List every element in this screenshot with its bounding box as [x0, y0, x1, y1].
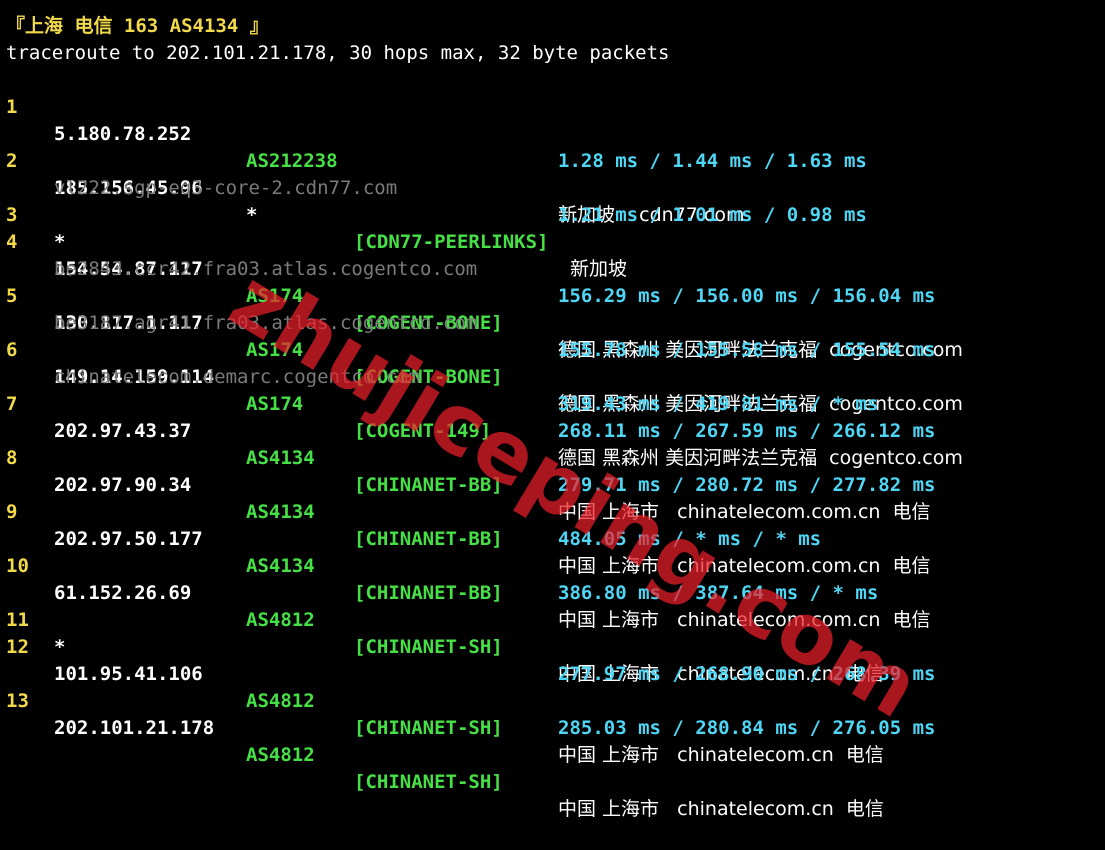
hop-detail-row: vl222.sgp-eq3-core-2.cdn77.com 1.21 ms /… — [0, 148, 1105, 226]
hop-detail-row: 279.71 ms / 280.72 ms / 277.82 ms — [0, 445, 1105, 496]
hop-tag: [CHINANET-SH] — [354, 717, 503, 739]
hop-detail-row: chinatelecom.demarc.cogentco.com 319.43 … — [0, 337, 1105, 415]
hop-detail-row: 277.97 ms / 268.90 ms / 268.39 ms — [0, 634, 1105, 685]
hop-geo: 中国 上海市 chinatelecom.cn 电信 — [558, 798, 884, 820]
hop-ip: 202.101.21.178 — [54, 717, 215, 739]
hop-detail-row: 1.28 ms / 1.44 ms / 1.63 ms — [0, 94, 1105, 172]
hop-rtt: 285.03 ms / 280.84 ms / 276.05 ms — [558, 717, 936, 739]
hop-detail-row: 484.05 ms / * ms / * ms — [0, 499, 1105, 550]
hop-geo: 中国 上海市 chinatelecom.cn 电信 — [558, 744, 884, 766]
hop-row: 2 185.156.45.96 * [CDN77-PEERLINKS] 新加坡 — [0, 121, 1105, 280]
hop-detail-row: 285.03 ms / 280.84 ms / 276.05 ms — [0, 688, 1105, 739]
terminal-window[interactable]: 『上海 电信 163 AS4134 』 traceroute to 202.10… — [0, 0, 1105, 820]
traceroute-command-line: traceroute to 202.101.21.178, 30 hops ma… — [6, 42, 670, 64]
hop-row: 1 5.180.78.252 AS212238 新加坡 cdn77.com — [0, 67, 1105, 226]
hop-row: 6 149.14.159.114 AS174 [COGENT-149] 德国 黑… — [0, 310, 1105, 469]
hop-row: 9 202.97.50.177 AS4134 [CHINANET-BB] 中国 … — [0, 472, 1105, 631]
hop-detail-row: 386.80 ms / 387.64 ms / * ms — [0, 553, 1105, 604]
hop-detail-row: 268.11 ms / 267.59 ms / 266.12 ms — [0, 391, 1105, 442]
hop-row: 13 202.101.21.178 AS4812 [CHINANET-SH] 中… — [0, 661, 1105, 820]
hop-row: 3 * — [0, 175, 1105, 253]
trace-title: 『上海 电信 163 AS4134 』 — [6, 15, 269, 37]
hop-detail-row: be2843.ccr42.fra03.atlas.cogentco.com 15… — [0, 229, 1105, 307]
hop-row: 10 61.152.26.69 AS4812 [CHINANET-SH] 中国 … — [0, 526, 1105, 685]
hop-tag: [CHINANET-SH] — [354, 771, 503, 793]
hop-row: 5 130.117.1.117 AS174 [COGENT-BONE] 德国 黑… — [0, 256, 1105, 415]
hop-row: 4 154.54.87.117 AS174 [COGENT-BONE] 德国 黑… — [0, 202, 1105, 361]
hop-row: 7 202.97.43.37 AS4134 [CHINANET-BB] 中国 上… — [0, 364, 1105, 523]
hop-detail-row: be3187.agr41.fra03.atlas.cogentco.com 15… — [0, 283, 1105, 361]
hop-row: 8 202.97.90.34 AS4134 [CHINANET-BB] 中国 上… — [0, 418, 1105, 577]
hop-asn: AS4812 — [246, 744, 315, 766]
hop-row: 11 * — [0, 580, 1105, 658]
hop-row: 12 101.95.41.106 AS4812 [CHINANET-SH] 中国… — [0, 607, 1105, 766]
